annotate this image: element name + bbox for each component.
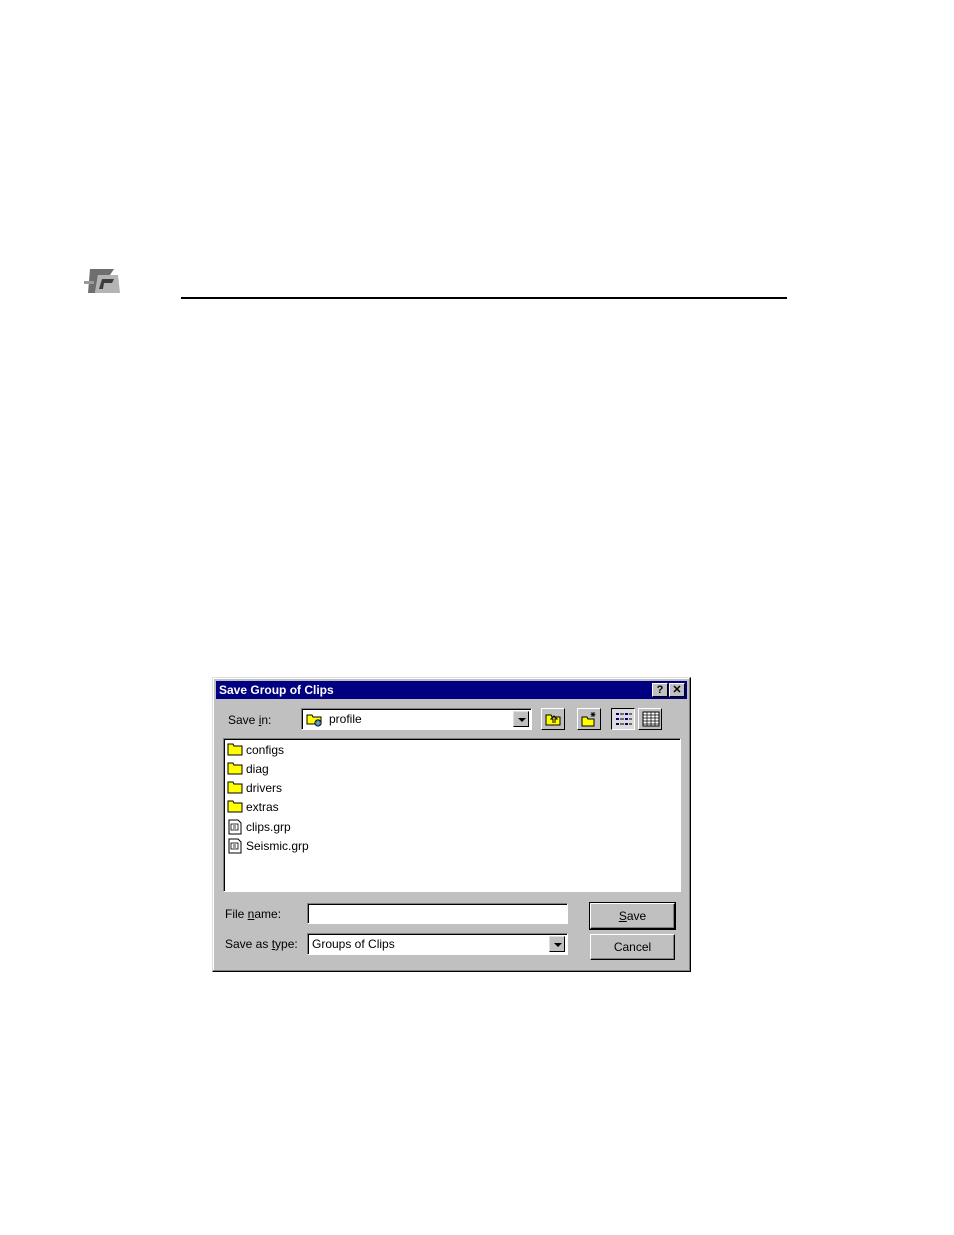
- list-item-label: drivers: [246, 781, 283, 795]
- file-name-label: File name:: [225, 907, 281, 921]
- save-in-label-prefix: Save: [228, 713, 259, 727]
- new-folder-icon: [581, 712, 596, 727]
- title-bar[interactable]: Save Group of Clips ? ✕: [216, 681, 687, 699]
- cancel-button[interactable]: Cancel: [590, 934, 675, 960]
- folder-network-icon: [306, 714, 322, 727]
- header-rule: [181, 297, 787, 299]
- new-folder-button[interactable]: [577, 708, 601, 730]
- save-in-dropdown[interactable]: profile: [301, 708, 532, 730]
- save-group-dialog: Save Group of Clips ? ✕ Save in: profile: [212, 677, 691, 972]
- folder-icon: [227, 781, 243, 794]
- help-icon: ?: [656, 684, 664, 696]
- close-icon: ✕: [672, 684, 682, 696]
- save-in-label-suffix: n:: [261, 713, 272, 727]
- folder-icon: [227, 743, 243, 756]
- details-view-icon: [642, 711, 660, 727]
- folder-icon: [227, 762, 243, 775]
- document-icon: [228, 838, 242, 854]
- file-name-label-prefix: File: [225, 907, 248, 921]
- document-icon: [228, 819, 242, 835]
- up-one-level-button[interactable]: [541, 708, 565, 730]
- details-view-button[interactable]: [638, 708, 662, 730]
- save-button[interactable]: Save: [589, 902, 676, 930]
- list-view-button[interactable]: [611, 708, 635, 730]
- up-one-level-icon: [545, 714, 561, 726]
- file-name-label-suffix: ame:: [254, 907, 282, 921]
- file-list[interactable]: configs diag drivers extras clips.grp Se…: [223, 738, 681, 892]
- save-as-type-dropdown-arrow[interactable]: [549, 936, 565, 952]
- close-button[interactable]: ✕: [669, 683, 685, 697]
- list-item-label: diag: [246, 762, 269, 776]
- file-name-input[interactable]: [307, 903, 568, 924]
- folder-icon: [227, 800, 243, 813]
- save-button-rest: ave: [626, 909, 647, 923]
- save-in-dropdown-arrow[interactable]: [513, 711, 529, 727]
- save-as-type-label-prefix: Save as: [225, 937, 272, 951]
- save-in-label: Save in:: [228, 713, 271, 727]
- list-item-label: configs: [246, 743, 285, 757]
- list-view-icon: [616, 713, 632, 725]
- save-in-value: profile: [329, 712, 362, 726]
- save-as-type-dropdown[interactable]: Groups of Clips: [307, 933, 568, 955]
- save-as-type-label: Save as type:: [225, 937, 298, 951]
- save-as-type-label-suffix: ype:: [275, 937, 298, 951]
- document-logo-icon: [84, 265, 122, 295]
- list-item-label: extras: [246, 800, 279, 814]
- help-button[interactable]: ?: [652, 683, 668, 697]
- list-item-label: clips.grp: [246, 820, 291, 834]
- save-button-accel: S: [618, 909, 627, 923]
- dialog-title: Save Group of Clips: [219, 683, 334, 697]
- save-as-type-value: Groups of Clips: [312, 937, 395, 951]
- list-item-label: Seismic.grp: [246, 839, 309, 853]
